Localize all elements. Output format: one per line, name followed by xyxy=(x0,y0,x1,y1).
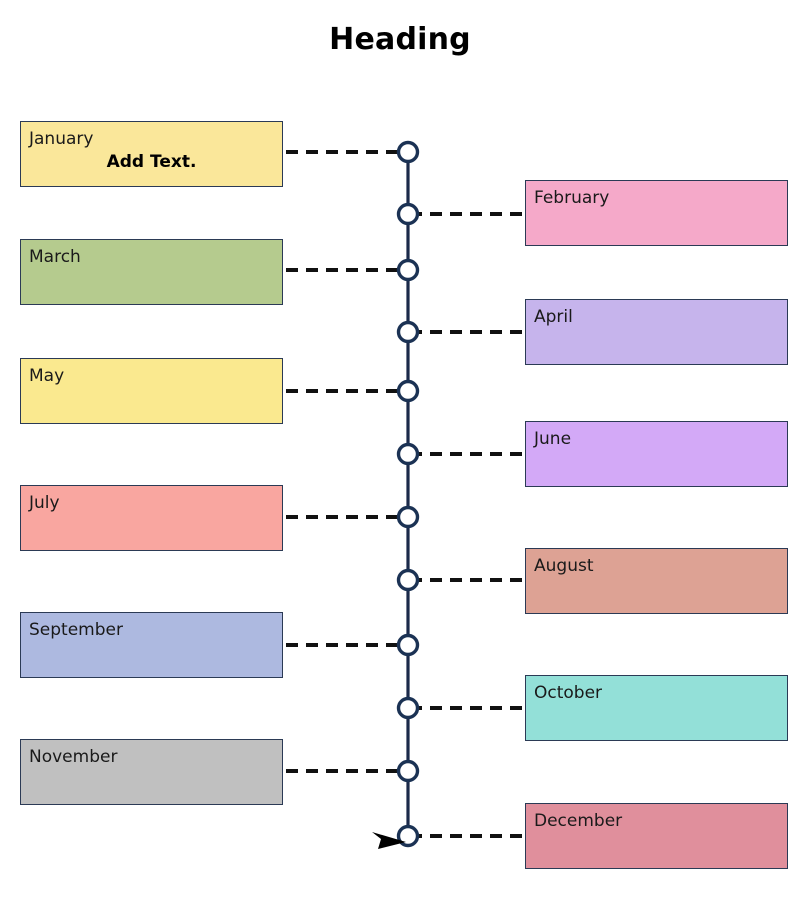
card-label: March xyxy=(29,247,81,267)
card-label: August xyxy=(534,556,594,576)
timeline-arrowhead-icon xyxy=(372,832,406,849)
timeline-node[interactable] xyxy=(396,379,420,403)
timeline-node[interactable] xyxy=(396,759,420,783)
card-label: April xyxy=(534,307,573,327)
card-label: November xyxy=(29,747,118,767)
card-label: September xyxy=(29,620,123,640)
page-title: Heading xyxy=(329,22,471,57)
timeline-node[interactable] xyxy=(396,568,420,592)
timeline-node[interactable] xyxy=(396,258,420,282)
card-label: February xyxy=(534,188,610,208)
timeline-card-september[interactable]: September xyxy=(20,612,283,678)
timeline-card-august[interactable]: August xyxy=(525,548,788,614)
card-label: June xyxy=(534,429,572,449)
card-label: January xyxy=(29,129,94,149)
timeline-card-november[interactable]: November xyxy=(20,739,283,805)
timeline-node[interactable] xyxy=(396,696,420,720)
timeline-node[interactable] xyxy=(396,140,420,164)
timeline-card-october[interactable]: October xyxy=(525,675,788,741)
timeline-node[interactable] xyxy=(396,320,420,344)
timeline-card-june[interactable]: June xyxy=(525,421,788,487)
timeline-node[interactable] xyxy=(396,505,420,529)
timeline-card-january[interactable]: January Add Text. xyxy=(20,121,283,187)
timeline-card-july[interactable]: July xyxy=(20,485,283,551)
timeline-diagram: Heading January Add Text. February March Apr… xyxy=(0,0,800,920)
card-label: May xyxy=(29,366,65,386)
timeline-card-april[interactable]: April xyxy=(525,299,788,365)
timeline-node[interactable] xyxy=(396,633,420,657)
timeline-card-may[interactable]: May xyxy=(20,358,283,424)
card-label: July xyxy=(29,493,60,513)
timeline-card-december[interactable]: December xyxy=(525,803,788,869)
timeline-node[interactable] xyxy=(396,442,420,466)
timeline-node[interactable] xyxy=(396,202,420,226)
card-label: December xyxy=(534,811,623,831)
timeline-node[interactable] xyxy=(396,824,420,848)
card-label: October xyxy=(534,683,603,703)
card-subtext[interactable]: Add Text. xyxy=(21,152,282,172)
timeline-card-february[interactable]: February xyxy=(525,180,788,246)
timeline-card-march[interactable]: March xyxy=(20,239,283,305)
